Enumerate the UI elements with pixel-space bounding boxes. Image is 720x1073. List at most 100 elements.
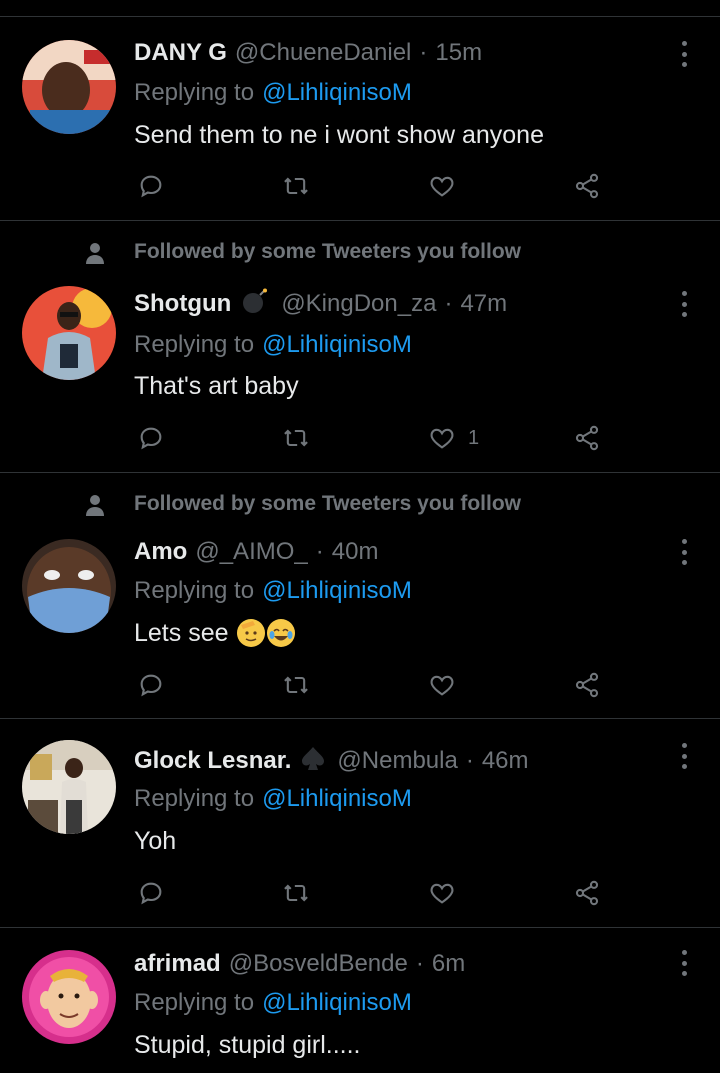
handle[interactable]: @KingDon_za <box>281 290 436 318</box>
divider <box>0 927 720 928</box>
timestamp[interactable]: 46m <box>482 747 529 775</box>
tweet-actions: 1 <box>0 423 720 453</box>
reply-button[interactable] <box>137 171 165 201</box>
reply-button[interactable] <box>137 670 165 700</box>
like-button[interactable]: 1 <box>428 423 479 453</box>
timestamp[interactable]: 40m <box>332 538 379 566</box>
top-divider <box>0 16 720 17</box>
share-button[interactable] <box>573 670 601 700</box>
retweet-icon <box>284 429 308 447</box>
share-icon <box>575 173 599 199</box>
timestamp[interactable]: 6m <box>432 950 465 978</box>
replying-to: Replying to @LihliqinisoM <box>134 574 412 608</box>
tweet-text: Lets see <box>134 615 295 651</box>
like-icon <box>430 428 454 449</box>
avatar[interactable] <box>22 740 116 834</box>
social-context: Followed by some Tweeters you follow <box>86 490 522 518</box>
saluting-face-emoji <box>236 619 265 647</box>
handle[interactable]: @_AIMO_ <box>195 538 307 566</box>
tweet-header: DANY G @ChueneDaniel · 15m <box>134 36 482 70</box>
separator: · <box>315 538 324 565</box>
tweet-actions <box>0 670 720 700</box>
share-icon <box>575 880 599 906</box>
person-icon <box>86 495 104 516</box>
replying-to-label: Replying to <box>134 577 255 604</box>
handle[interactable]: @ChueneDaniel <box>235 39 411 67</box>
retweet-button[interactable] <box>282 670 310 700</box>
display-name[interactable]: DANY G <box>134 39 227 67</box>
tweet-header: afrimad @BosveldBende · 6m <box>134 947 465 981</box>
timestamp[interactable]: 47m <box>460 290 507 318</box>
laughing-crying-emoji <box>266 619 295 647</box>
share-button[interactable] <box>573 878 601 908</box>
replying-to-label: Replying to <box>134 785 255 812</box>
bomb-emoji <box>241 288 269 321</box>
comment-icon <box>140 427 162 450</box>
replying-to-label: Replying to <box>134 79 255 106</box>
like-button[interactable] <box>428 878 456 908</box>
like-count: 1 <box>468 426 480 449</box>
separator: · <box>415 950 424 977</box>
like-button[interactable] <box>428 670 456 700</box>
tweet-text-content: Lets see <box>134 618 229 647</box>
comment-icon <box>140 175 162 198</box>
more-options-icon[interactable] <box>678 291 690 317</box>
reply-button[interactable] <box>137 423 165 453</box>
handle[interactable]: @Nembula <box>337 747 457 775</box>
tweet-header: Shotgun @KingDon_za · 47m <box>134 287 507 321</box>
mention-link[interactable]: @LihliqinisoM <box>262 577 412 605</box>
social-context-text: Followed by some Tweeters you follow <box>134 492 522 515</box>
mention-link[interactable]: @LihliqinisoM <box>262 785 412 813</box>
mention-link[interactable]: @LihliqinisoM <box>262 331 412 359</box>
retweet-icon <box>284 884 308 902</box>
avatar[interactable] <box>22 286 116 380</box>
divider <box>0 220 720 221</box>
divider <box>0 718 720 719</box>
avatar[interactable] <box>22 539 116 633</box>
more-options-icon[interactable] <box>678 539 690 565</box>
social-context-text: Followed by some Tweeters you follow <box>134 240 522 263</box>
replying-to: Replying to @LihliqinisoM <box>134 76 412 110</box>
like-button[interactable] <box>428 171 456 201</box>
retweet-button[interactable] <box>282 878 310 908</box>
share-button[interactable] <box>573 171 601 201</box>
replying-to: Replying to @LihliqinisoM <box>134 328 412 362</box>
display-name[interactable]: Amo <box>134 538 187 566</box>
retweet-button[interactable] <box>282 171 310 201</box>
like-icon <box>430 675 454 696</box>
tweet-text: Send them to ne i wont show anyone <box>134 120 544 149</box>
tweet-text: Stupid, stupid girl..... <box>134 1030 361 1059</box>
retweet-icon <box>284 676 308 694</box>
replying-to: Replying to @LihliqinisoM <box>134 782 412 816</box>
like-icon <box>430 883 454 904</box>
more-options-icon[interactable] <box>678 41 690 67</box>
tweet-text: Yoh <box>134 826 177 855</box>
tweet-text: That's art baby <box>134 371 299 400</box>
tweet-header: Amo @_AIMO_ · 40m <box>134 535 378 569</box>
timestamp[interactable]: 15m <box>435 39 482 67</box>
share-button[interactable] <box>573 423 601 453</box>
replying-to-label: Replying to <box>134 989 255 1016</box>
divider <box>0 472 720 473</box>
share-icon <box>575 425 599 451</box>
mention-link[interactable]: @LihliqinisoM <box>262 989 412 1017</box>
like-icon <box>430 176 454 197</box>
more-options-icon[interactable] <box>678 950 690 976</box>
reply-button[interactable] <box>137 878 165 908</box>
display-name[interactable]: afrimad <box>134 950 221 978</box>
tweet-actions <box>0 171 720 201</box>
comment-icon <box>140 674 162 697</box>
avatar[interactable] <box>22 950 116 1044</box>
separator: · <box>465 747 474 774</box>
retweet-button[interactable] <box>282 423 310 453</box>
separator: · <box>419 39 428 66</box>
handle[interactable]: @BosveldBende <box>229 950 408 978</box>
person-icon <box>86 243 104 264</box>
replying-to-label: Replying to <box>134 331 255 358</box>
avatar[interactable] <box>22 40 116 134</box>
display-name[interactable]: Shotgun <box>134 290 231 318</box>
more-options-icon[interactable] <box>678 743 690 769</box>
mention-link[interactable]: @LihliqinisoM <box>262 79 412 107</box>
display-name[interactable]: Glock Lesnar. <box>134 747 291 775</box>
tweet-header: Glock Lesnar. @Nembula · 46m <box>134 744 529 778</box>
